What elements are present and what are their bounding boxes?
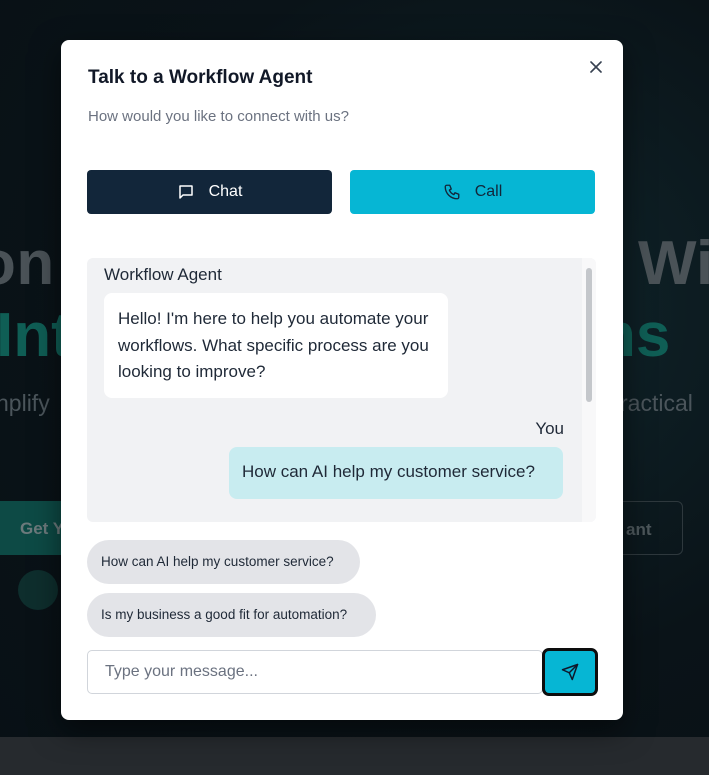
call-tab-button[interactable]: Call <box>350 170 595 214</box>
suggestion-chip[interactable]: Is my business a good fit for automation… <box>87 593 376 637</box>
hero-subtitle-left: nplify <box>0 390 50 416</box>
chat-tab-label: Chat <box>208 183 243 200</box>
user-message-bubble: How can AI help my customer service? <box>229 447 563 499</box>
contact-modal: Talk to a Workflow Agent How would you l… <box>61 40 623 720</box>
close-icon <box>590 61 602 73</box>
call-tab-label: Call <box>474 183 503 200</box>
agent-message-bubble: Hello! I'm here to help you automate you… <box>104 293 448 398</box>
page-footer <box>0 737 709 775</box>
modal-title: Talk to a Workflow Agent <box>88 67 313 88</box>
hero-subtitle-right: ractical <box>620 390 693 416</box>
agent-sender-name: Workflow Agent <box>104 265 222 284</box>
user-sender-name: You <box>535 419 564 438</box>
suggestion-chip[interactable]: How can AI help my customer service? <box>87 540 360 584</box>
phone-icon <box>444 184 460 200</box>
hero-heading-left: on <box>0 229 55 298</box>
modal-subtitle: How would you like to connect with us? <box>88 108 349 125</box>
send-button[interactable] <box>542 648 598 696</box>
message-square-icon <box>178 185 193 199</box>
send-icon <box>561 663 579 681</box>
close-button[interactable] <box>585 56 607 78</box>
hero-heading-right: Wi <box>638 229 709 298</box>
chat-scrollbar[interactable] <box>582 258 596 522</box>
background-decoration <box>18 570 58 610</box>
message-input[interactable] <box>87 650 543 694</box>
scrollbar-thumb[interactable] <box>586 268 592 402</box>
chat-transcript[interactable]: Workflow Agent Hello! I'm here to help y… <box>87 258 596 522</box>
chat-tab-button[interactable]: Chat <box>87 170 332 214</box>
